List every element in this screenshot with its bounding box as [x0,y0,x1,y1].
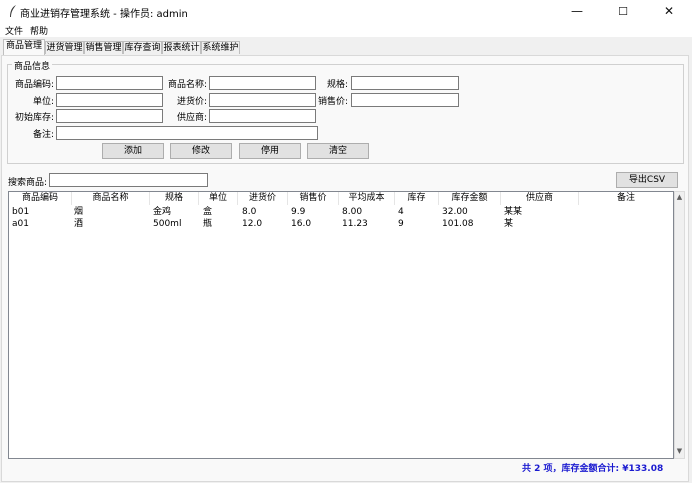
cell-code: a01 [12,219,29,229]
export-csv-button[interactable]: 导出CSV [616,172,678,188]
product-info-group: 商品信息 商品编码: 商品名称: 规格: 单位: 进货价: 销售价: 初始库存:… [7,59,684,164]
sale-price-label: 销售价: [317,97,348,107]
column-header[interactable]: 库存 [395,192,439,205]
sale-price-input[interactable] [351,93,459,107]
cell-name: 烟 [74,207,84,217]
search-input[interactable] [49,173,208,187]
column-header[interactable]: 商品编码 [9,192,72,205]
table-vertical-scrollbar[interactable]: ▲ ▼ [674,191,685,459]
add-button[interactable]: 添加 [102,143,164,159]
column-header[interactable]: 平均成本 [339,192,395,205]
cell-unit: 盒 [203,207,213,217]
clear-button[interactable]: 清空 [307,143,369,159]
supplier-label: 供应商: [176,113,207,123]
initial-stock-label: 初始库存: [14,113,54,123]
column-header[interactable]: 进货价 [238,192,288,205]
note-input[interactable] [56,126,318,140]
cell-stock-value: 32.00 [442,207,468,217]
unit-label: 单位: [32,97,54,107]
cell-stock: 4 [398,207,404,217]
cell-sale-price: 9.9 [291,207,306,217]
edit-button[interactable]: 修改 [170,143,232,159]
table-header: 商品编码 商品名称 规格 单位 进货价 销售价 平均成本 库存 库存金额 供应商… [9,192,673,205]
column-header[interactable]: 规格 [150,192,199,205]
cell-spec: 500ml [153,219,182,229]
search-label: 搜索商品: [8,178,48,188]
supplier-input[interactable] [209,109,316,123]
product-info-title: 商品信息 [12,59,53,72]
menu-help[interactable]: 帮助 [30,24,48,37]
column-header[interactable]: 库存金额 [439,192,501,205]
close-button[interactable]: ✕ [646,0,692,22]
tab-system-maintenance[interactable]: 系统维护 [201,41,240,54]
table-row[interactable]: b01 烟 金鸡 盒 8.0 9.9 8.00 4 32.00 某某 [9,206,673,218]
tab-report-statistics[interactable]: 报表统计 [162,41,201,54]
cell-purchase-price: 8.0 [242,207,257,217]
cell-stock-value: 101.08 [442,219,474,229]
maximize-button[interactable]: ☐ [600,0,646,22]
cell-purchase-price: 12.0 [242,219,263,229]
product-table[interactable]: 商品编码 商品名称 规格 单位 进货价 销售价 平均成本 库存 库存金额 供应商… [8,191,674,459]
column-header[interactable]: 单位 [199,192,238,205]
tab-inventory-query[interactable]: 库存查询 [123,41,162,54]
table-row[interactable]: a01 酒 500ml 瓶 12.0 16.0 11.23 9 101.08 某 [9,218,673,230]
column-header[interactable]: 销售价 [288,192,339,205]
cell-unit: 瓶 [203,219,213,229]
cell-avg-cost: 11.23 [342,219,368,229]
name-input[interactable] [209,76,316,90]
scroll-up-arrow-icon[interactable]: ▲ [675,193,684,203]
unit-input[interactable] [56,93,163,107]
cell-avg-cost: 8.00 [342,207,363,217]
tab-strip: 商品管理 进货管理 销售管理 库存查询 报表统计 系统维护 [0,39,692,55]
app-feather-icon [10,5,16,17]
note-label: 备注: [32,130,54,140]
cell-name: 酒 [74,219,84,229]
menu-file[interactable]: 文件 [5,24,23,37]
tab-purchase-management[interactable]: 进货管理 [45,41,84,54]
cell-spec: 金鸡 [153,207,172,217]
purchase-price-label: 进货价: [176,97,207,107]
title-bar: 商业进销存管理系统 - 操作员: admin — ☐ ✕ [0,0,692,22]
column-header[interactable]: 备注 [579,192,673,205]
initial-stock-input[interactable] [56,109,163,123]
menu-bar: 文件 帮助 [0,22,692,37]
cell-supplier: 某某 [504,207,523,217]
code-input[interactable] [56,76,163,90]
tab-product-management[interactable]: 商品管理 [3,39,45,55]
disable-button[interactable]: 停用 [239,143,301,159]
stock-summary-status: 共 2 项，库存金额合计: ¥133.08 [522,464,664,474]
name-label: 商品名称: [167,80,207,90]
scroll-down-arrow-icon[interactable]: ▼ [675,447,684,457]
column-header[interactable]: 商品名称 [72,192,150,205]
spec-label: 规格: [326,80,348,90]
cell-code: b01 [12,207,30,217]
purchase-price-input[interactable] [209,93,316,107]
minimize-button[interactable]: — [554,0,600,22]
cell-sale-price: 16.0 [291,219,312,229]
code-label: 商品编码: [14,80,54,90]
cell-supplier: 某 [504,219,514,229]
tab-sales-management[interactable]: 销售管理 [84,41,123,54]
spec-input[interactable] [351,76,459,90]
product-management-panel: 商品信息 商品编码: 商品名称: 规格: 单位: 进货价: 销售价: 初始库存:… [1,55,689,482]
column-header[interactable]: 供应商 [501,192,579,205]
window-title: 商业进销存管理系统 - 操作员: admin [20,9,188,20]
cell-stock: 9 [398,219,404,229]
